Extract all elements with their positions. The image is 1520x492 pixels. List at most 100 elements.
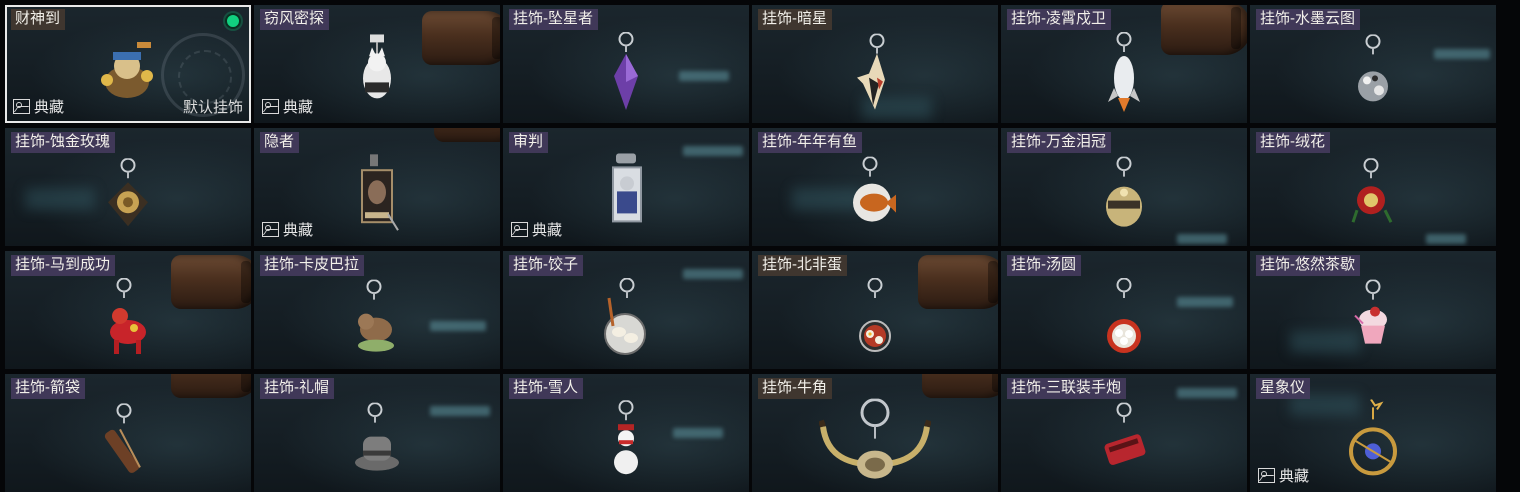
judgement-card-charm-icon <box>604 153 648 237</box>
charm-title: 挂饰-绒花 <box>1256 132 1330 153</box>
charm-title: 星象仪 <box>1256 378 1311 399</box>
collection-icon <box>262 99 279 114</box>
background-light-streak <box>679 71 729 81</box>
charm-title: 挂饰-暗星 <box>758 9 832 30</box>
collection-icon <box>1258 468 1275 483</box>
charm-card[interactable]: 挂饰-马到成功 <box>5 251 251 369</box>
charm-card[interactable]: 挂饰-坠星者 <box>503 5 749 123</box>
background-light-streak <box>683 269 743 279</box>
charm-title: 挂饰-坠星者 <box>509 9 598 30</box>
snowman-charm-icon <box>608 400 644 482</box>
charm-title: 挂饰-卡皮巴拉 <box>260 255 364 276</box>
background-barrel <box>918 255 998 309</box>
background-light-streak <box>430 321 486 331</box>
collection-icon <box>511 222 528 237</box>
charm-card[interactable]: 星象仪典藏 <box>1250 374 1496 492</box>
charm-card[interactable]: 挂饰-箭袋 <box>5 374 251 492</box>
collection-label: 典藏 <box>1279 468 1310 485</box>
charm-card[interactable]: 挂饰-礼帽 <box>254 374 500 492</box>
charm-card[interactable]: 窃风密探典藏 <box>254 5 500 123</box>
ink-sphere-charm-icon <box>1355 34 1391 108</box>
collection-badge: 典藏 <box>262 219 313 240</box>
background-barrel <box>434 128 500 142</box>
charm-card[interactable]: 挂饰-水墨云图 <box>1250 5 1496 123</box>
charm-card[interactable]: 挂饰-蚀金玫瑰 <box>5 128 251 246</box>
dark-star-charm-icon <box>855 33 895 110</box>
charm-title: 审判 <box>509 132 549 153</box>
charm-card[interactable]: 挂饰-悠然茶歇 <box>1250 251 1496 369</box>
charm-title: 隐者 <box>260 132 300 153</box>
astrolabe-charm-icon <box>1343 399 1403 483</box>
capybara-charm-icon <box>352 279 402 356</box>
charm-card[interactable]: 挂饰-北非蛋 <box>752 251 998 369</box>
background-light-streak <box>1426 234 1466 244</box>
triple-cannon-charm-icon <box>1098 402 1150 479</box>
charm-card[interactable]: 挂饰-暗星 <box>752 5 998 123</box>
background-light-streak <box>1177 297 1233 307</box>
background-barrel <box>171 374 251 398</box>
charm-title: 挂饰-牛角 <box>758 378 832 399</box>
rocket-charm-icon <box>1104 32 1144 112</box>
collection-icon <box>13 99 30 114</box>
purple-crystal-charm-icon <box>609 32 643 112</box>
charm-card[interactable]: 挂饰-三联装手炮 <box>1001 374 1247 492</box>
background-barrel <box>171 255 251 309</box>
collection-label: 典藏 <box>283 99 314 116</box>
background-light-streak <box>1434 49 1490 59</box>
charm-card[interactable]: 挂饰-卡皮巴拉 <box>254 251 500 369</box>
charm-title: 挂饰-礼帽 <box>260 378 334 399</box>
charm-title: 挂饰-水墨云图 <box>1256 9 1360 30</box>
charm-card[interactable]: 挂饰-牛角 <box>752 374 998 492</box>
charm-card[interactable]: 挂饰-凌霄戍卫 <box>1001 5 1247 123</box>
hermit-card-charm-icon <box>354 154 400 236</box>
background-barrel <box>1161 5 1247 55</box>
collection-badge: 典藏 <box>13 96 64 117</box>
collection-label: 典藏 <box>283 222 314 239</box>
charm-card[interactable]: 挂饰-饺子 <box>503 251 749 369</box>
charm-card[interactable]: 财神到 典藏 默认挂饰 <box>5 5 251 123</box>
spy-cat-charm-icon <box>352 34 402 108</box>
caishen-figure-icon <box>93 36 163 106</box>
gold-crown-charm-icon <box>1102 156 1146 233</box>
shakshuka-pan-charm-icon <box>855 278 895 358</box>
background-light-streak <box>673 428 723 438</box>
charm-card[interactable]: 挂饰-汤圆 <box>1001 251 1247 369</box>
collection-icon <box>262 222 279 237</box>
charm-title: 挂饰-北非蛋 <box>758 255 847 276</box>
quiver-charm-icon <box>100 403 156 477</box>
charm-title: 挂饰-汤圆 <box>1007 255 1081 276</box>
charm-card[interactable]: 隐者典藏 <box>254 128 500 246</box>
charm-title: 挂饰-雪人 <box>509 378 583 399</box>
background-light-streak <box>1177 234 1227 244</box>
tangyuan-bowl-charm-icon <box>1102 278 1146 358</box>
charm-title: 窃风密探 <box>260 9 330 30</box>
background-light-streak <box>1177 388 1237 398</box>
background-barrel <box>922 374 998 398</box>
charm-title: 挂饰-万金泪冠 <box>1007 132 1111 153</box>
cupcake-charm-icon <box>1351 279 1395 356</box>
collection-badge: 典藏 <box>511 219 562 240</box>
fish-plate-charm-icon <box>850 156 900 233</box>
charm-card[interactable]: 审判典藏 <box>503 128 749 246</box>
background-barrel <box>422 11 500 65</box>
collection-badge: 典藏 <box>262 96 313 117</box>
charm-title: 挂饰-蚀金玫瑰 <box>11 132 115 153</box>
charm-title: 挂饰-马到成功 <box>11 255 115 276</box>
charm-title: 挂饰-年年有鱼 <box>758 132 862 153</box>
charm-card[interactable]: 挂饰-雪人 <box>503 374 749 492</box>
charm-card[interactable]: 挂饰-年年有鱼 <box>752 128 998 246</box>
background-light-streak <box>430 406 490 416</box>
charm-title: 挂饰-凌霄戍卫 <box>1007 9 1111 30</box>
charm-card[interactable]: 挂饰-万金泪冠 <box>1001 128 1247 246</box>
charm-title: 财神到 <box>11 9 66 30</box>
charm-title: 挂饰-三联装手炮 <box>1007 378 1126 399</box>
background-glow <box>1290 331 1360 353</box>
collection-label: 典藏 <box>532 222 563 239</box>
bull-horns-charm-icon <box>819 398 931 485</box>
charm-card[interactable]: 挂饰-绒花 <box>1250 128 1496 246</box>
charm-title: 挂饰-悠然茶歇 <box>1256 255 1360 276</box>
velvet-flower-charm-icon <box>1351 158 1395 230</box>
collection-label: 典藏 <box>34 99 65 116</box>
red-horse-charm-icon <box>104 278 152 358</box>
charm-title: 挂饰-箭袋 <box>11 378 85 399</box>
